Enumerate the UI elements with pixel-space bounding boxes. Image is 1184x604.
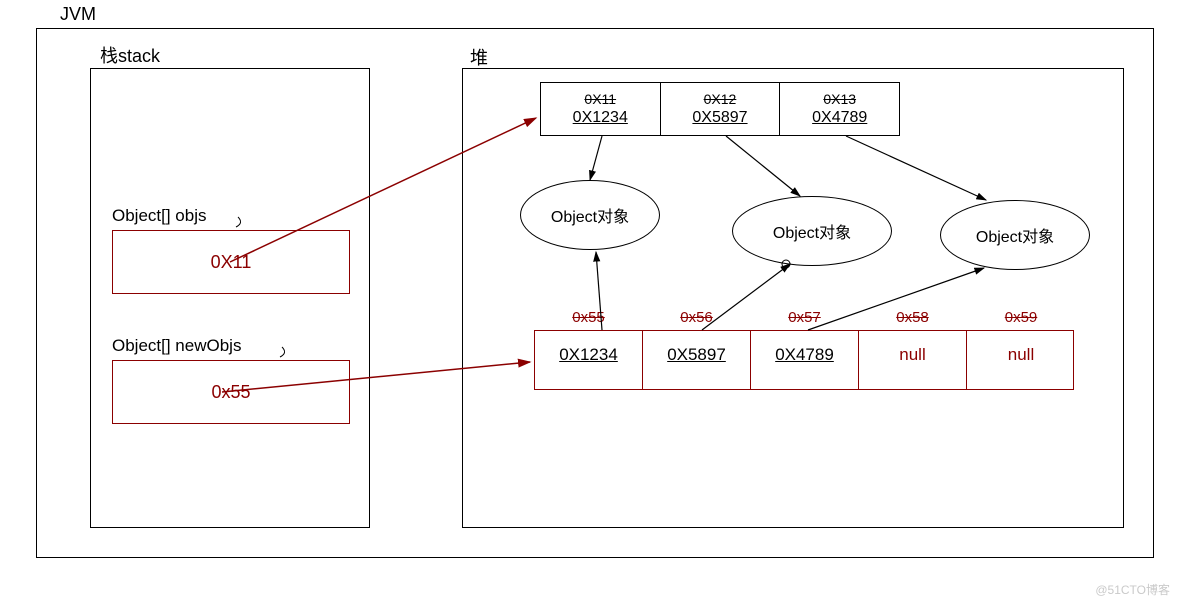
array-objs-cell-1: 0X12 0X5897 bbox=[660, 83, 780, 135]
var-newobjs-box: 0x55 bbox=[112, 360, 350, 424]
page-root: JVM 栈stack 堆 Object[] objs 0X11 Object[]… bbox=[0, 0, 1184, 604]
jvm-label: JVM bbox=[60, 4, 96, 25]
array-newobjs-cell-2: 0x57 0X4789 bbox=[751, 331, 859, 389]
array-newobjs-cell-3: 0x58 null bbox=[859, 331, 967, 389]
array-objs-cell-0: 0X11 0X1234 bbox=[541, 83, 660, 135]
object-3: Object对象 bbox=[940, 200, 1090, 270]
heap-box bbox=[462, 68, 1124, 528]
object-2: Object对象 bbox=[732, 196, 892, 266]
stack-label: 栈stack bbox=[100, 42, 160, 68]
var-objs-box: 0X11 bbox=[112, 230, 350, 294]
var-objs-label: Object[] objs bbox=[112, 206, 207, 226]
array-objs: 0X11 0X1234 0X12 0X5897 0X13 0X4789 bbox=[540, 82, 900, 136]
object-1: Object对象 bbox=[520, 180, 660, 250]
array-newobjs: 0x55 0X1234 0x56 0X5897 0x57 0X4789 0x58… bbox=[534, 330, 1074, 390]
array-newobjs-cell-4: 0x59 null bbox=[967, 331, 1075, 389]
watermark: @51CTO博客 bbox=[1095, 581, 1170, 598]
array-newobjs-cell-0: 0x55 0X1234 bbox=[535, 331, 643, 389]
array-newobjs-cell-1: 0x56 0X5897 bbox=[643, 331, 751, 389]
heap-label: 堆 bbox=[470, 44, 488, 70]
array-objs-cell-2: 0X13 0X4789 bbox=[780, 83, 899, 135]
stack-box bbox=[90, 68, 370, 528]
var-newobjs-label: Object[] newObjs bbox=[112, 336, 241, 356]
